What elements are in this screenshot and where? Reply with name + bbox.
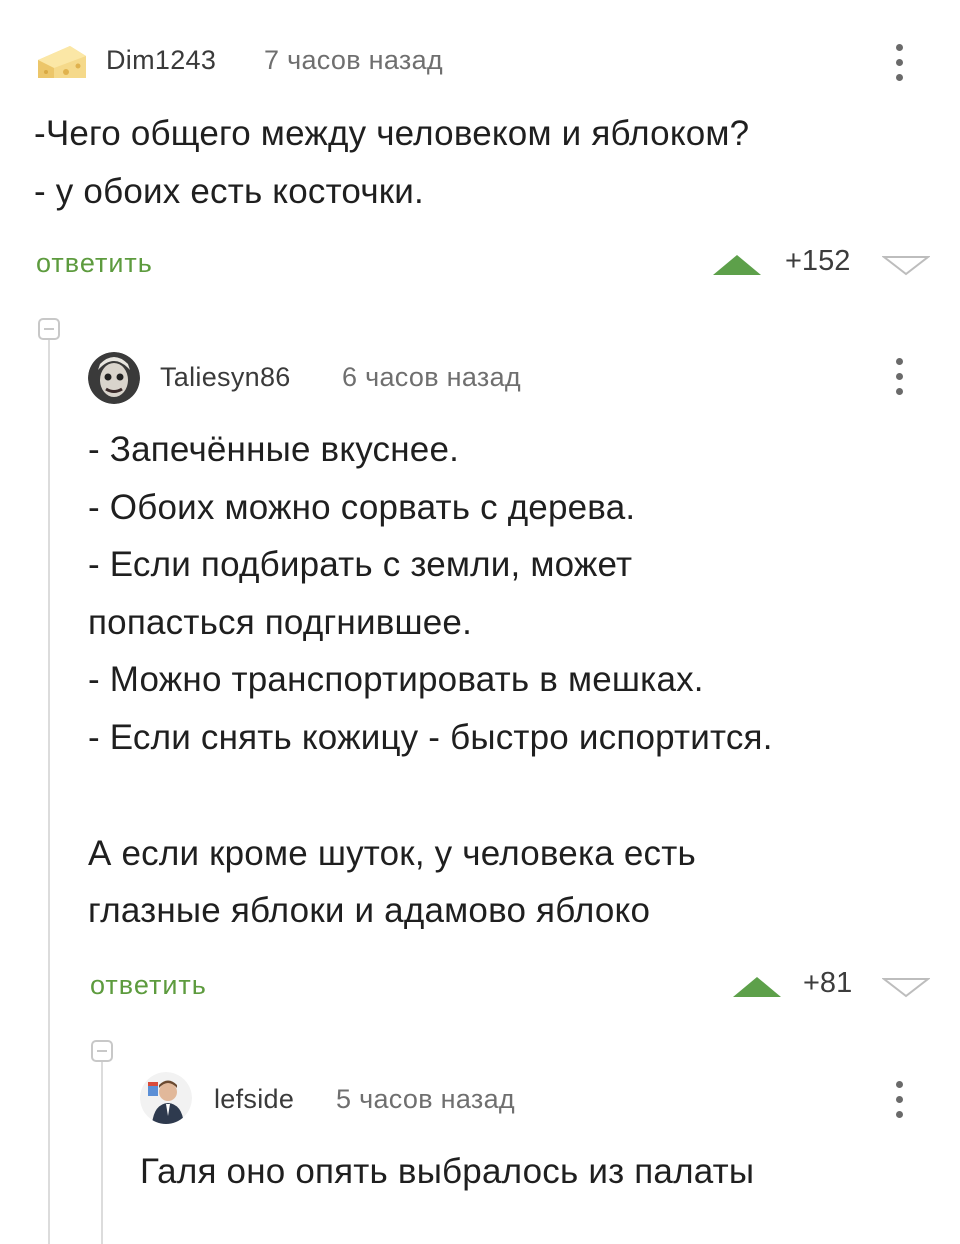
comment-text-line: - Если подбирать с земли, может: [88, 545, 633, 584]
thread-line: [48, 328, 50, 1244]
comment-text-line: глазные яблоки и адамово яблоко: [88, 891, 651, 930]
cheese-avatar-icon: [38, 46, 86, 78]
thread-line: [101, 1050, 103, 1244]
downvote-arrow-icon: [882, 978, 930, 998]
reply-link[interactable]: ответить: [90, 970, 207, 1001]
comment-text-line: - Запечённые вкуснее.: [88, 430, 460, 469]
comment-username[interactable]: lefside: [214, 1084, 294, 1115]
comment-timestamp: 5 часов назад: [336, 1084, 515, 1114]
upvote-arrow-icon: [713, 255, 761, 275]
comment-text-line: А если кроме шуток, у человека есть: [88, 834, 696, 873]
comment-text-line: попасться подгнившее.: [88, 603, 473, 642]
comment-timestamp: 7 часов назад: [264, 45, 443, 75]
comment-text-line: Галя оно опять выбралось из палаты: [140, 1152, 755, 1191]
comment-timestamp: 6 часов назад: [342, 362, 521, 392]
reply-link[interactable]: ответить: [36, 248, 153, 279]
person-avatar-icon: [140, 1072, 192, 1124]
kebab-menu-icon[interactable]: [893, 358, 905, 395]
kebab-menu-icon[interactable]: [893, 44, 905, 81]
downvote-arrow-icon: [882, 256, 930, 276]
comment-text-line: - Если снять кожицу - быстро испортится.: [88, 718, 773, 757]
upvote-button[interactable]: [733, 977, 781, 997]
kebab-menu-icon[interactable]: [893, 1081, 905, 1118]
collapse-thread-icon[interactable]: [38, 318, 60, 340]
comment-username[interactable]: Dim1243: [106, 45, 216, 76]
comment-text-line: - Можно транспортировать в мешках.: [88, 660, 704, 699]
upvote-arrow-icon: [733, 977, 781, 997]
downvote-button[interactable]: [882, 256, 930, 276]
downvote-button[interactable]: [882, 978, 930, 998]
collapse-thread-icon[interactable]: [91, 1040, 113, 1062]
comment-username[interactable]: Taliesyn86: [160, 362, 291, 393]
avatar-taliesyn86[interactable]: [88, 352, 140, 404]
avatar-dim1243[interactable]: [36, 42, 88, 82]
rating-count: +152: [785, 245, 851, 277]
avatar-lefside[interactable]: [140, 1072, 192, 1124]
comment-text-line: - Обоих можно сорвать с дерева.: [88, 488, 636, 527]
comment-text-line: -Чего общего между человеком и яблоком?: [34, 114, 750, 153]
upvote-button[interactable]: [713, 255, 761, 275]
face-avatar-icon: [88, 352, 140, 404]
rating-count: +81: [803, 967, 853, 999]
comment-text-line: - у обоих есть косточки.: [34, 172, 424, 211]
